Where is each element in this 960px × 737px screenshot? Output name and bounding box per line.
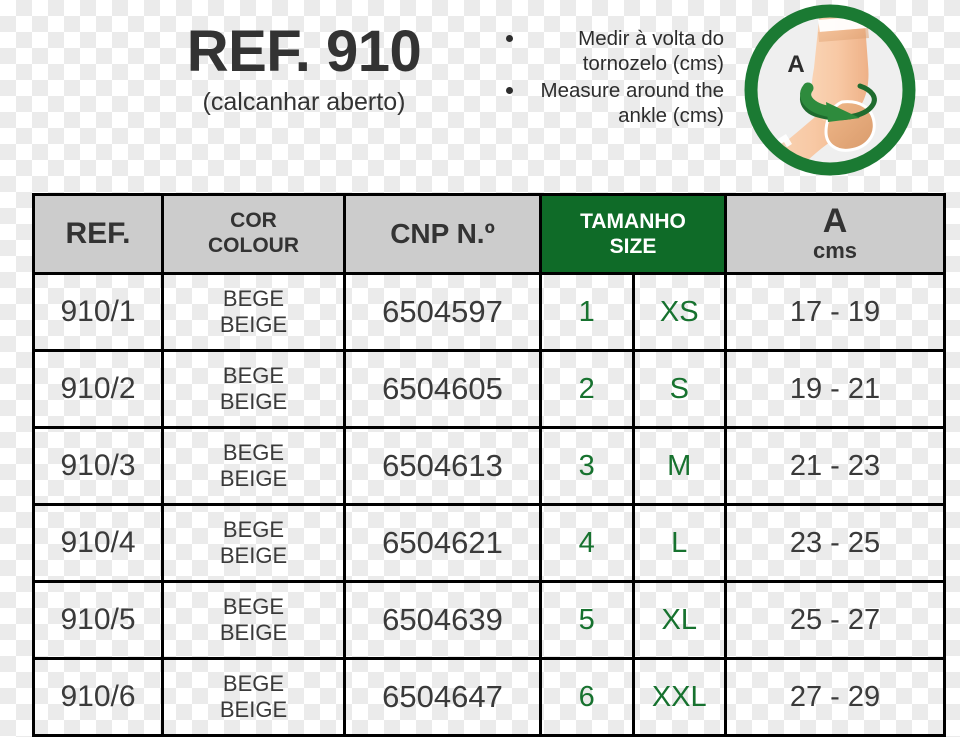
cell-cnp: 6504605 (343, 349, 542, 429)
cell-colour-en: BEIGE (219, 620, 288, 645)
cell-colour: BEGE BEIGE (161, 503, 346, 583)
cell-cnp: 6504621 (343, 503, 542, 583)
cell-a-cms: 23 - 25 (724, 503, 946, 583)
cell-size-number: 4 (539, 503, 635, 583)
size-chart-table: REF. COR COLOUR CNP N.º TAMANHO SIZE A c… (32, 193, 946, 737)
column-header-a-unit: cms (812, 238, 858, 264)
cell-ref: 910/1 (32, 272, 164, 352)
cell-size-number: 3 (539, 426, 635, 506)
cell-cnp: 6504647 (343, 657, 542, 737)
cell-size-letter: XXL (631, 657, 727, 737)
column-header-size: TAMANHO SIZE (539, 193, 727, 275)
cell-ref: 910/3 (32, 426, 164, 506)
cell-size-number: 6 (539, 657, 635, 737)
ankle-measure-icon: A (742, 2, 918, 178)
cell-a-cms: 27 - 29 (724, 657, 946, 737)
table-row: 910/4 BEGE BEIGE 6504621 4 L 23 - 25 (32, 503, 946, 583)
cell-colour-en: BEIGE (219, 543, 288, 568)
column-header-cnp: CNP N.º (343, 193, 542, 275)
instruction-text-pt: Medir à volta do tornozelo (cms) (578, 27, 724, 75)
cell-colour-en: BEIGE (219, 466, 288, 491)
cell-a-cms: 21 - 23 (724, 426, 946, 506)
instruction-text-en: Measure around the ankle (cms) (540, 79, 724, 127)
column-header-colour-pt: COR (230, 209, 277, 233)
illustration-label-a: A (787, 51, 804, 78)
column-header-colour-en: COLOUR (208, 234, 299, 257)
column-header-colour: COR COLOUR (161, 193, 346, 275)
column-header-a-letter: A (822, 202, 848, 241)
cell-colour-pt: BEGE (222, 362, 285, 388)
column-header-size-pt: TAMANHO (580, 209, 686, 233)
column-header-size-en: SIZE (609, 235, 657, 258)
measurement-instructions: Medir à volta do tornozelo (cms) Measure… (498, 26, 724, 130)
cell-ref: 910/2 (32, 349, 164, 429)
cell-cnp: 6504613 (343, 426, 542, 506)
page-title: REF. 910 (186, 19, 422, 84)
table-row: 910/5 BEGE BEIGE 6504639 5 XL 25 - 27 (32, 580, 946, 660)
cell-size-number: 5 (539, 580, 635, 660)
cell-colour: BEGE BEIGE (161, 426, 346, 506)
cell-size-letter: XL (631, 580, 727, 660)
cell-colour-pt: BEGE (222, 593, 285, 619)
cell-ref: 910/4 (32, 503, 164, 583)
cell-colour: BEGE BEIGE (161, 657, 346, 737)
cell-colour-pt: BEGE (222, 285, 285, 311)
instruction-item: Measure around the ankle (cms) (498, 78, 724, 128)
cell-size-number: 2 (539, 349, 635, 429)
cell-cnp: 6504639 (343, 580, 542, 660)
cell-size-letter: S (631, 349, 727, 429)
cell-a-cms: 19 - 21 (724, 349, 946, 429)
cell-colour-pt: BEGE (222, 670, 285, 696)
title-block: REF. 910 (calcanhar aberto) (118, 19, 490, 116)
column-header-a: A cms (724, 193, 946, 275)
table-row: 910/2 BEGE BEIGE 6504605 2 S 19 - 21 (32, 349, 946, 429)
table-row: 910/6 BEGE BEIGE 6504647 6 XXL 27 - 29 (32, 657, 946, 737)
cell-size-letter: XS (631, 272, 727, 352)
cell-colour-en: BEIGE (219, 389, 288, 414)
cell-colour-pt: BEGE (222, 439, 285, 465)
cell-colour: BEGE BEIGE (161, 272, 346, 352)
cell-size-letter: L (631, 503, 727, 583)
cell-colour-en: BEIGE (219, 697, 288, 722)
cell-ref: 910/5 (32, 580, 164, 660)
cell-size-number: 1 (539, 272, 635, 352)
bullet-icon (506, 35, 513, 42)
cell-colour-en: BEIGE (219, 312, 288, 337)
page-subtitle: (calcanhar aberto) (202, 87, 406, 116)
cell-colour-pt: BEGE (222, 516, 285, 542)
table-header-row: REF. COR COLOUR CNP N.º TAMANHO SIZE A c… (32, 193, 946, 275)
cell-a-cms: 25 - 27 (724, 580, 946, 660)
cell-cnp: 6504597 (343, 272, 542, 352)
instruction-item: Medir à volta do tornozelo (cms) (498, 26, 724, 76)
column-header-ref: REF. (32, 193, 164, 275)
header-band: REF. 910 (calcanhar aberto) Medir à volt… (0, 0, 960, 185)
cell-colour: BEGE BEIGE (161, 349, 346, 429)
cell-ref: 910/6 (32, 657, 164, 737)
bullet-icon (506, 87, 513, 94)
ankle-measure-svg: A (744, 4, 916, 176)
table-row: 910/1 BEGE BEIGE 6504597 1 XS 17 - 19 (32, 272, 946, 352)
cell-a-cms: 17 - 19 (724, 272, 946, 352)
cell-colour: BEGE BEIGE (161, 580, 346, 660)
cell-size-letter: M (631, 426, 727, 506)
table-body: 910/1 BEGE BEIGE 6504597 1 XS 17 - 19 910/2 BEGE… (32, 272, 946, 737)
table-row: 910/3 BEGE BEIGE 6504613 3 M 21 - 23 (32, 426, 946, 506)
table-header: REF. COR COLOUR CNP N.º TAMANHO SIZE A c… (32, 193, 946, 275)
